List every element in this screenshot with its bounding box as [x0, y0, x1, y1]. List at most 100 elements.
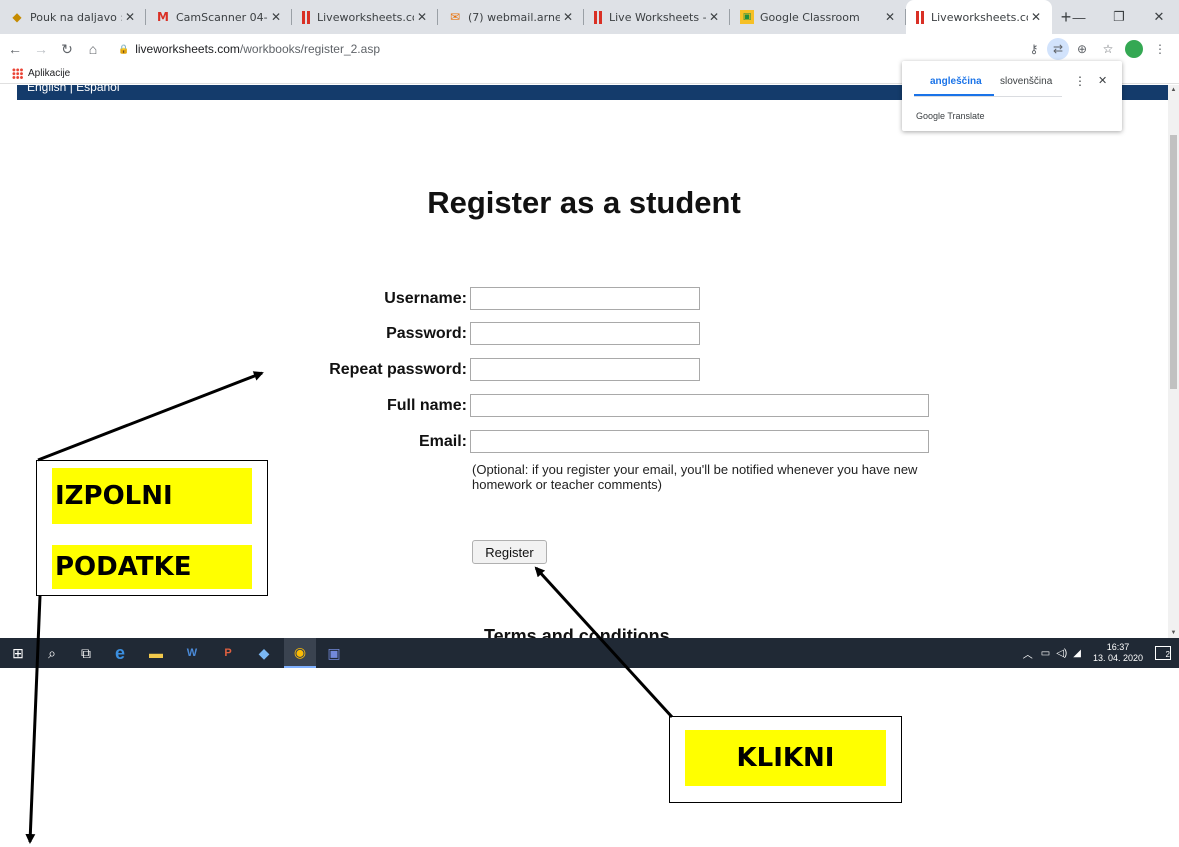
email-row: Email: [310, 430, 929, 453]
register-button[interactable]: Register [472, 540, 547, 564]
zoom-icon[interactable]: ⊕ [1069, 38, 1095, 60]
minimize-icon[interactable]: — [1059, 0, 1099, 34]
discord-icon[interactable]: ▣ [318, 638, 350, 668]
search-icon[interactable]: ⌕ [36, 638, 68, 668]
popup-divider [914, 96, 1062, 97]
page-scrollbar[interactable]: ▲ ▼ [1168, 85, 1179, 638]
close-tab-icon[interactable]: ✕ [122, 10, 138, 24]
close-tab-icon[interactable]: ✕ [268, 10, 284, 24]
language-links[interactable]: English | Español [27, 85, 120, 94]
tab-liveworksheets-active[interactable]: Liveworksheets.com - S ✕ [906, 0, 1052, 34]
email-input[interactable] [470, 430, 929, 453]
active-tab-indicator [914, 94, 994, 96]
home-icon[interactable]: ⌂ [82, 38, 104, 60]
clock[interactable]: 16:37 13. 04. 2020 [1093, 642, 1143, 664]
star-icon[interactable]: ☆ [1095, 38, 1121, 60]
word-icon[interactable]: W [176, 638, 208, 668]
full-name-label: Full name: [386, 396, 467, 414]
tab-liveworksheets-2[interactable]: Live Worksheets - How ✕ [584, 0, 730, 34]
wifi-icon[interactable]: ◢ [1073, 648, 1081, 659]
clock-time: 16:37 [1106, 642, 1130, 652]
menu-dots-icon[interactable]: ⋮ [1147, 38, 1173, 60]
windows-taskbar: ⊞ ⌕ ⧉ e ▬ W P ◆ ◉ ▣ ︿ ▭ ◁) ◢ 16:37 13. 0… [0, 638, 1179, 668]
close-tab-icon[interactable]: ✕ [706, 10, 722, 24]
key-icon[interactable]: ⚷ [1021, 38, 1047, 60]
restore-icon[interactable]: ❐ [1099, 0, 1139, 34]
tab-pouk[interactable]: ◆ Pouk na daljavo :: OŠ n ✕ [0, 0, 146, 34]
podatke-label: PODATKE [52, 545, 252, 589]
tab-title: CamScanner 04-13-202 [176, 10, 268, 24]
full-name-input[interactable] [470, 394, 929, 417]
email-note: (Optional: if you register your email, y… [472, 462, 918, 492]
back-icon[interactable]: ← [4, 38, 26, 60]
browser-toolbar: ← → ↻ ⌂ 🔒 liveworksheets.com/workbooks/r… [0, 34, 1179, 64]
school-favicon-icon: ◆ [12, 10, 22, 24]
password-row: Password: [310, 322, 700, 345]
close-tab-icon[interactable]: ✕ [414, 10, 430, 24]
izpolni-label: IZPOLNI [52, 468, 252, 524]
scroll-up-icon[interactable]: ▲ [1169, 87, 1178, 93]
page-title: Register as a student [427, 185, 741, 220]
source-language-tab[interactable]: angleščina [930, 76, 982, 87]
tab-camscanner[interactable]: M CamScanner 04-13-202 ✕ [146, 0, 292, 34]
battery-icon[interactable]: ▭ [1041, 648, 1050, 659]
lock-icon: 🔒 [118, 43, 130, 54]
klikni-label: KLIKNI [685, 730, 886, 786]
scroll-down-icon[interactable]: ▼ [1169, 630, 1178, 636]
bookmark-apps[interactable]: Aplikacije [28, 68, 70, 79]
tray-arrow-icon[interactable]: ︿ [1023, 646, 1033, 661]
address-bar[interactable]: 🔒 liveworksheets.com/workbooks/register_… [118, 38, 380, 60]
forward-icon[interactable]: → [30, 38, 52, 60]
tab-liveworksheets-1[interactable]: Liveworksheets.com - I ✕ [292, 0, 438, 34]
powerpoint-icon[interactable]: P [212, 638, 244, 668]
url-path: /workbooks/register_2.asp [239, 42, 380, 56]
tab-title: (7) webmail.arnes.si :: F [468, 10, 560, 24]
volume-icon[interactable]: ◁) [1056, 648, 1067, 659]
liveworksheets-icon [916, 10, 925, 24]
repeat-password-input[interactable] [470, 358, 700, 381]
window-controls: — ❐ ✕ [1059, 0, 1179, 34]
tab-webmail[interactable]: ✉ (7) webmail.arnes.si :: F ✕ [438, 0, 584, 34]
close-window-icon[interactable]: ✕ [1139, 0, 1179, 34]
tab-title: Pouk na daljavo :: OŠ n [30, 10, 122, 24]
tab-classroom[interactable]: ▣ Google Classroom ✕ [730, 0, 906, 34]
reload-icon[interactable]: ↻ [56, 38, 78, 60]
popup-menu-icon[interactable]: ⋮ [1074, 74, 1086, 88]
windows-start-icon[interactable]: ⊞ [2, 638, 34, 668]
tab-title: Live Worksheets - How [609, 10, 706, 24]
close-tab-icon[interactable]: ✕ [560, 10, 576, 24]
target-language-tab[interactable]: slovenščina [1000, 76, 1052, 87]
email-label: Email: [418, 432, 467, 450]
tab-title: Liveworksheets.com - S [931, 10, 1028, 24]
repeat-password-row: Repeat password: [310, 358, 700, 381]
repeat-password-label: Repeat password: [329, 360, 467, 378]
app-icon[interactable]: ◆ [248, 638, 280, 668]
username-input[interactable] [470, 287, 700, 310]
edge-icon[interactable]: e [104, 638, 136, 668]
system-tray: ︿ ▭ ◁) ◢ 16:37 13. 04. 2020 2 [1023, 638, 1179, 668]
task-view-icon[interactable]: ⧉ [70, 638, 102, 668]
username-row: Username: [310, 287, 700, 310]
clock-date: 13. 04. 2020 [1092, 653, 1143, 663]
translate-icon[interactable]: ⇄ [1047, 38, 1069, 60]
classroom-icon: ▣ [740, 10, 754, 24]
tab-title: Google Classroom [760, 10, 860, 24]
liveworksheets-icon [302, 10, 311, 24]
popup-close-icon[interactable]: ✕ [1098, 74, 1107, 87]
tab-strip: ◆ Pouk na daljavo :: OŠ n ✕ M CamScanner… [0, 0, 1179, 34]
file-explorer-icon[interactable]: ▬ [140, 638, 172, 668]
username-label: Username: [384, 289, 467, 307]
toolbar-actions: ⚷ ⇄ ⊕ ☆ ⋮ [1021, 38, 1173, 60]
close-tab-icon[interactable]: ✕ [882, 10, 898, 24]
profile-avatar-icon[interactable] [1125, 40, 1143, 58]
liveworksheets-icon [594, 10, 603, 24]
tab-title: Liveworksheets.com - I [317, 10, 414, 24]
chrome-icon[interactable]: ◉ [284, 638, 316, 668]
password-input[interactable] [470, 322, 700, 345]
scroll-thumb[interactable] [1170, 135, 1177, 389]
url-host: liveworksheets.com [135, 42, 240, 56]
apps-grid-icon [12, 68, 23, 79]
close-tab-icon[interactable]: ✕ [1028, 10, 1044, 24]
full-name-row: Full name: [310, 394, 929, 417]
notifications-icon[interactable]: 2 [1155, 646, 1171, 660]
